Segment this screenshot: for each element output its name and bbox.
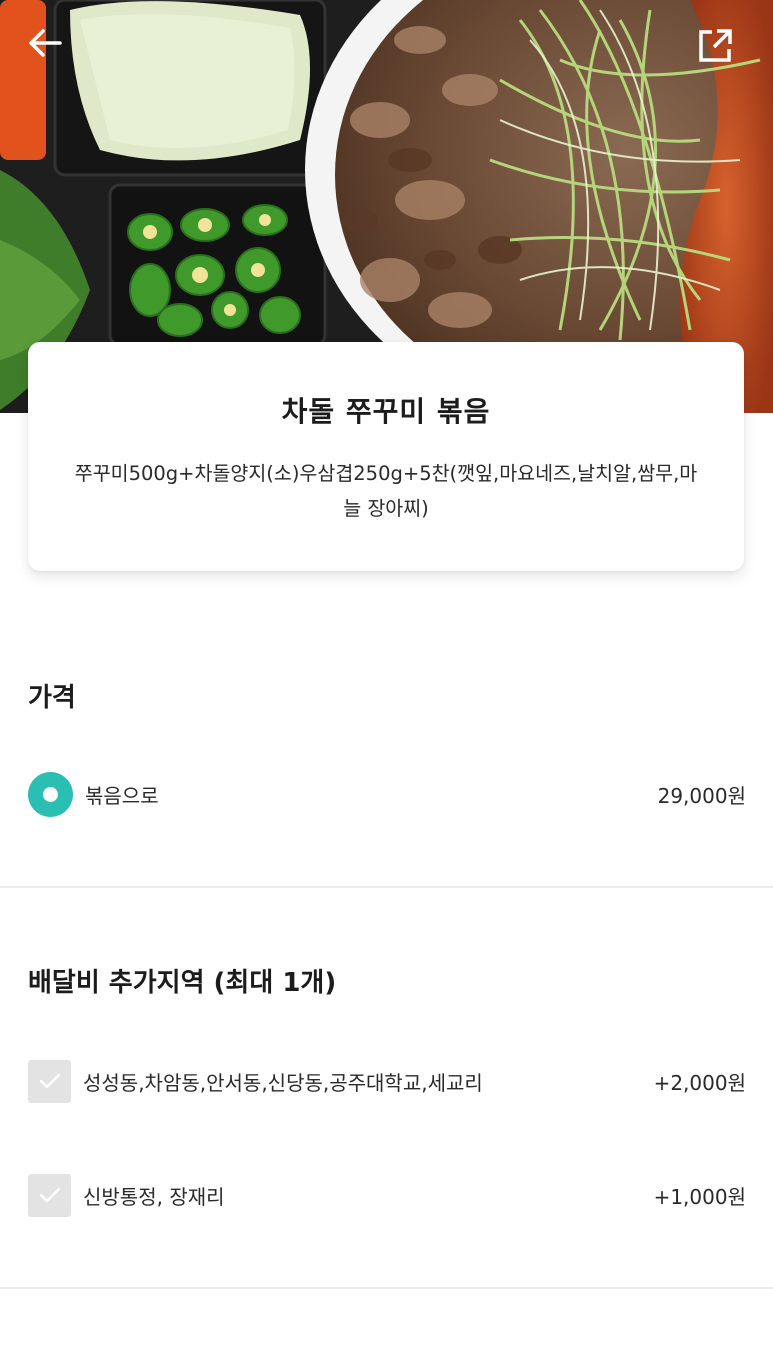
menu-info-card: 차돌 쭈꾸미 볶음 쭈꾸미500g+차돌양지(소)우삼겹250g+5찬(깻잎,마…	[28, 342, 744, 571]
external-link-icon	[699, 29, 732, 62]
price-option-price: 29,000원	[657, 783, 746, 808]
share-button[interactable]	[697, 28, 745, 76]
delivery-option-label: 성성동,차암동,안서동,신당동,공주대학교,세교리	[83, 1070, 483, 1095]
delivery-option-row[interactable]: 신방통정, 장재리 +1,000원	[28, 1171, 746, 1219]
delivery-section-title: 배달비 추가지역 (최대 1개)	[28, 968, 337, 998]
checkbox-unchecked[interactable]	[28, 1059, 71, 1103]
check-icon	[39, 1073, 60, 1089]
checkbox-unchecked[interactable]	[28, 1173, 71, 1217]
arrow-left-icon	[29, 29, 62, 57]
section-divider	[0, 1287, 773, 1289]
delivery-option-price: +1,000원	[653, 1184, 746, 1209]
section-divider	[0, 886, 773, 888]
menu-description: 쭈꾸미500g+차돌양지(소)우삼겹250g+5찬(깻잎,마요네즈,날치알,쌈무…	[74, 462, 698, 520]
delivery-option-row[interactable]: 성성동,차암동,안서동,신당동,공주대학교,세교리 +2,000원	[28, 1057, 746, 1105]
delivery-option-label: 신방통정, 장재리	[83, 1184, 225, 1209]
price-section-title: 가격	[28, 683, 76, 713]
price-option-row[interactable]: 볶음으로 29,000원	[28, 770, 746, 818]
delivery-option-price: +2,000원	[653, 1070, 746, 1095]
check-icon	[39, 1187, 60, 1203]
price-option-label: 볶음으로	[85, 783, 159, 808]
radio-selected-icon[interactable]	[28, 771, 73, 817]
back-button[interactable]	[28, 28, 76, 76]
menu-title: 차돌 쭈꾸미 볶음	[281, 395, 491, 428]
